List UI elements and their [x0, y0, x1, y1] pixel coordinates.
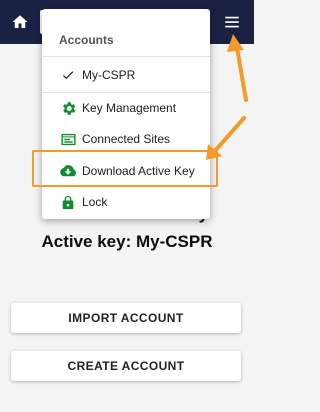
arrow-head-menu: [227, 34, 244, 52]
app-screen: Y y Active key: My-CSPR IMPORT ACCOUNT C…: [0, 0, 254, 412]
arrow-to-download-item: [212, 116, 246, 154]
annotation-arrows: [206, 34, 248, 160]
